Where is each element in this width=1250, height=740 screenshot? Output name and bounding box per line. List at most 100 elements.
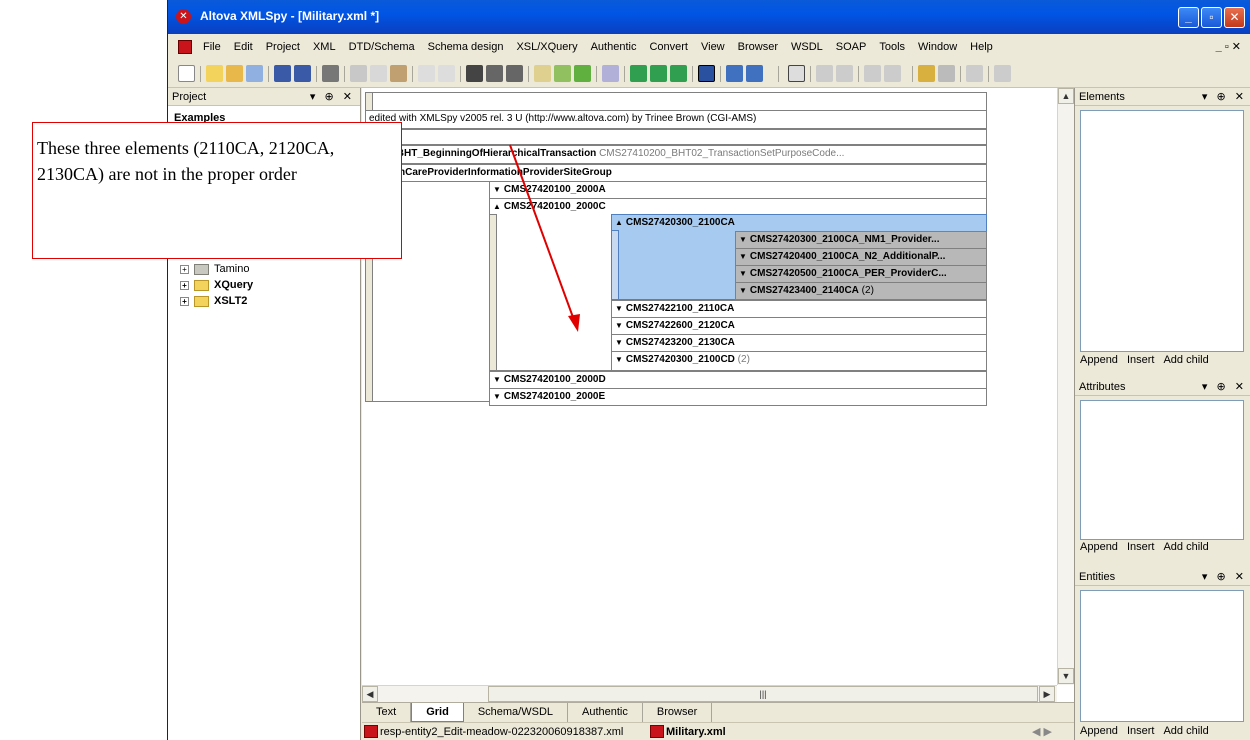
open-url-icon[interactable] [226,65,243,82]
row-2130ca[interactable]: ▼ CMS27423200_2130CA [611,334,987,352]
group-row[interactable]: _HealthCareProviderInformationProviderSi… [365,164,987,182]
check-wellformed-icon[interactable] [534,65,551,82]
expand-arrow-icon[interactable]: ▼ [493,375,501,384]
scroll-up-icon[interactable]: ▲ [1058,88,1074,104]
display-as-table-icon[interactable] [816,65,833,82]
entities-list[interactable] [1080,590,1244,722]
collapse-bar-2100ca[interactable] [611,230,619,300]
scroll-left-icon[interactable]: ◀ [362,686,378,702]
soap-icon[interactable] [746,65,763,82]
menu-dtd-schema[interactable]: DTD/Schema [349,41,415,53]
tab-schema-wsdl[interactable]: Schema/WSDL [464,703,569,722]
close-button[interactable]: ✕ [1224,7,1245,28]
menu-wsdl[interactable]: WSDL [791,41,823,53]
doc-tab-resp-entity[interactable]: resp-entity2_Edit-meadow-022320060918387… [364,725,623,738]
row-n2[interactable]: ▼ CMS27420400_2100CA_N2_AdditionalP... [735,248,987,266]
collapse-arrow-icon[interactable]: ▲ [493,202,501,211]
add-child-button[interactable]: Add child [1163,354,1208,372]
tab-browser[interactable]: Browser [643,703,713,722]
menu-convert[interactable]: Convert [649,41,688,53]
open-folder-icon[interactable] [206,65,223,82]
text-state-icon[interactable] [994,65,1011,82]
menu-authentic[interactable]: Authentic [591,41,637,53]
attributes-list[interactable] [1080,400,1244,540]
row-2110ca[interactable]: ▼ CMS27422100_2110CA [611,300,987,318]
menu-file[interactable]: File [203,41,221,53]
spellcheck-icon[interactable] [602,65,619,82]
redo-icon[interactable] [438,65,455,82]
row-2000e[interactable]: ▼ CMS27420100_2000E [489,388,987,406]
expand-arrow-icon[interactable]: ▼ [493,392,501,401]
menu-view[interactable]: View [701,41,725,53]
expand-icon[interactable]: + [180,280,189,290]
document-icon[interactable] [178,40,192,54]
table-view-icon[interactable] [788,65,805,82]
vertical-scrollbar[interactable]: ▲ ▼ [1057,88,1074,685]
horizontal-scrollbar[interactable]: ◀ ||| ▶ [362,685,1057,702]
add-child-button[interactable]: Add child [1163,725,1208,740]
expand-arrow-icon[interactable]: ▼ [739,269,747,278]
row-2100cd[interactable]: ▼ CMS27420300_2100CD (2) [611,351,987,371]
scroll-thumb[interactable]: ||| [488,686,1038,702]
menu-schema-design[interactable]: Schema design [428,41,504,53]
collapse-arrow-icon[interactable]: ▲ [615,218,623,227]
row-2000d[interactable]: ▼ CMS27420100_2000D [489,371,987,389]
copy-icon[interactable] [370,65,387,82]
expand-arrow-icon[interactable]: ▼ [493,185,501,194]
comment-row[interactable]: edited with XMLSpy v2005 rel. 3 U (http:… [365,110,987,129]
append-button[interactable]: Append [1080,354,1118,372]
paste-icon[interactable] [390,65,407,82]
cut-icon[interactable] [350,65,367,82]
tree-item-tamino[interactable]: + Tamino [180,262,249,276]
sort-descending-icon[interactable] [884,65,901,82]
scroll-down-icon[interactable]: ▼ [1058,668,1074,684]
expand-arrow-icon[interactable]: ▼ [615,304,623,313]
optimal-widths-icon[interactable] [938,65,955,82]
grid-view-icon[interactable] [698,65,715,82]
menu-project[interactable]: Project [266,41,300,53]
tab-text[interactable]: Text [362,703,412,722]
insert-row-icon[interactable] [836,65,853,82]
replace-icon[interactable] [506,65,523,82]
panel-controls[interactable]: ▾ ⊕ ✕ [1202,380,1247,393]
expand-arrow-icon[interactable]: ▼ [615,338,623,347]
tab-authentic[interactable]: Authentic [568,703,643,722]
menu-tools[interactable]: Tools [879,41,905,53]
save-all-icon[interactable] [294,65,311,82]
add-child-button[interactable]: Add child [1163,541,1208,559]
bht-row[interactable]: 0200_BHT_BeginningOfHierarchicalTransact… [365,145,987,164]
menu-browser[interactable]: Browser [738,41,778,53]
maximize-button[interactable]: ▫ [1201,7,1222,28]
row-2140ca[interactable]: ▼ CMS27423400_2140CA (2) [735,282,987,300]
xquery-icon[interactable] [670,65,687,82]
expand-arrow-icon[interactable]: ▼ [615,321,623,330]
sort-ascending-icon[interactable] [864,65,881,82]
panel-controls[interactable]: ▾ ⊕ ✕ [1202,90,1247,103]
expand-icon[interactable]: + [180,296,189,306]
panel-controls[interactable]: ▾ ⊕ ✕ [1202,570,1247,583]
doc-tab-nav-arrows[interactable]: ◀ ▶ [1032,725,1052,738]
mdi-controls[interactable]: _ ▫ ✕ [1216,40,1241,53]
tab-grid[interactable]: Grid [411,703,464,722]
expand-arrow-icon[interactable]: ▼ [739,235,747,244]
xpath-evaluate-icon[interactable] [918,65,935,82]
new-file-icon[interactable] [178,65,195,82]
print-icon[interactable] [322,65,339,82]
scroll-right-icon[interactable]: ▶ [1039,686,1055,702]
expand-arrow-icon[interactable]: ▼ [739,252,747,261]
menu-window[interactable]: Window [918,41,957,53]
append-button[interactable]: Append [1080,725,1118,740]
validate-icon[interactable] [554,65,571,82]
undo-icon[interactable] [418,65,435,82]
find-icon[interactable] [466,65,483,82]
menu-xsl-xquery[interactable]: XSL/XQuery [516,41,577,53]
minimize-button[interactable]: _ [1178,7,1199,28]
save-icon[interactable] [274,65,291,82]
insert-button[interactable]: Insert [1127,354,1155,372]
expand-arrow-icon[interactable]: ▼ [615,355,623,364]
xsl-fo-icon[interactable] [650,65,667,82]
debugger-icon[interactable] [726,65,743,82]
xpath-icon[interactable] [966,65,983,82]
find-next-icon[interactable] [486,65,503,82]
expand-arrow-icon[interactable]: ▼ [739,286,747,295]
